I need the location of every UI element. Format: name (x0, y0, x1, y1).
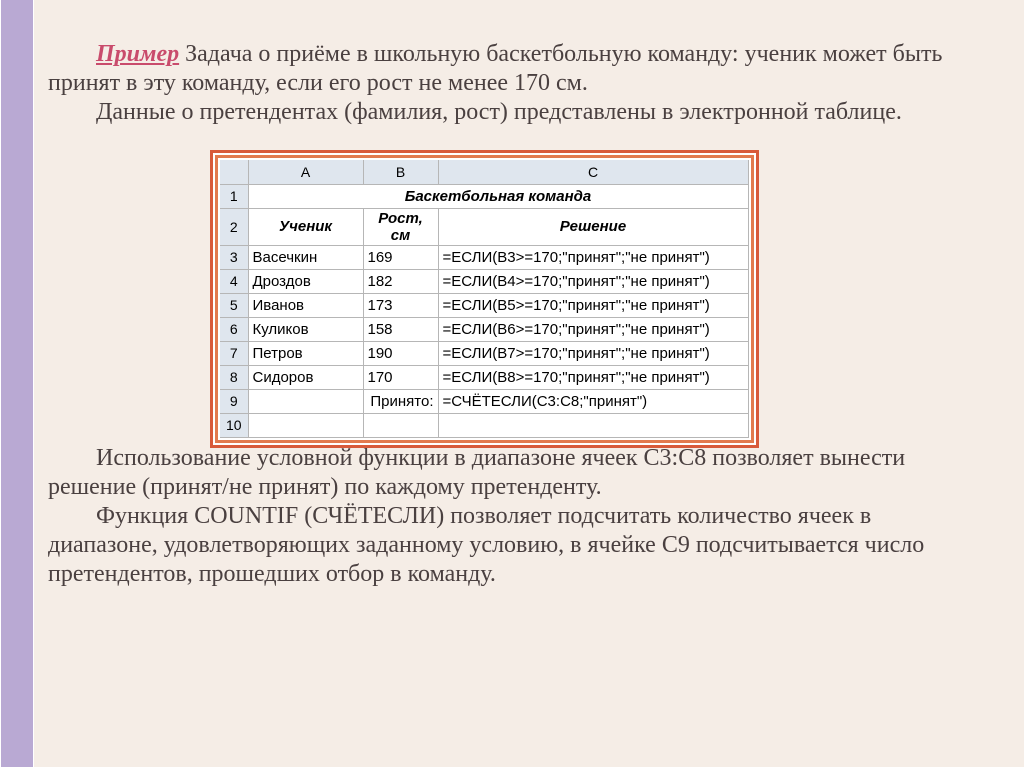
row-num-1: 1 (220, 184, 248, 208)
col-header-c: C (438, 160, 748, 184)
cell-height: 182 (363, 269, 438, 293)
cell-formula: =ЕСЛИ(B6>=170;"принят";"не принят") (438, 317, 748, 341)
row-num: 5 (220, 293, 248, 317)
cell-formula: =ЕСЛИ(B8>=170;"принят";"не принят") (438, 365, 748, 389)
table-row: 7 Петров 190 =ЕСЛИ(B7>=170;"принят";"не … (220, 341, 748, 365)
paragraph-1-text: Задача о приёме в школьную баскетбольную… (48, 41, 942, 96)
row-num: 4 (220, 269, 248, 293)
cell-name: Сидоров (248, 365, 363, 389)
cell-empty (248, 389, 363, 413)
column-header-row: A B C (220, 160, 748, 184)
paragraph-3: Использование условной функции в диапазо… (48, 444, 978, 502)
row-num: 7 (220, 341, 248, 365)
header-b: Рост, см (363, 208, 438, 245)
col-header-a: A (248, 160, 363, 184)
cell-height: 173 (363, 293, 438, 317)
spreadsheet-table: A B C 1 Баскетбольная команда 2 Ученик Р… (220, 160, 749, 438)
table-row: 4 Дроздов 182 =ЕСЛИ(B4>=170;"принят";"не… (220, 269, 748, 293)
row-num-2: 2 (220, 208, 248, 245)
summary-row: 9 Принято: =СЧЁТЕСЛИ(C3:C8;"принят") (220, 389, 748, 413)
decorative-left-band (0, 0, 34, 767)
table-row: 5 Иванов 173 =ЕСЛИ(B5>=170;"принят";"не … (220, 293, 748, 317)
cell-empty (438, 413, 748, 437)
cell-formula: =ЕСЛИ(B4>=170;"принят";"не принят") (438, 269, 748, 293)
header-c: Решение (438, 208, 748, 245)
row-num-9: 9 (220, 389, 248, 413)
cell-empty (248, 413, 363, 437)
cell-formula: =ЕСЛИ(B5>=170;"принят";"не принят") (438, 293, 748, 317)
table-row: 6 Куликов 158 =ЕСЛИ(B6>=170;"принят";"не… (220, 317, 748, 341)
cell-formula: =ЕСЛИ(B3>=170;"принят";"не принят") (438, 245, 748, 269)
corner-cell (220, 160, 248, 184)
row-num: 3 (220, 245, 248, 269)
cell-name: Дроздов (248, 269, 363, 293)
row-num-10: 10 (220, 413, 248, 437)
spreadsheet-image: A B C 1 Баскетбольная команда 2 Ученик Р… (210, 150, 759, 448)
empty-row: 10 (220, 413, 748, 437)
cell-height: 170 (363, 365, 438, 389)
table-row: 8 Сидоров 170 =ЕСЛИ(B8>=170;"принят";"не… (220, 365, 748, 389)
row-num: 8 (220, 365, 248, 389)
cell-name: Васечкин (248, 245, 363, 269)
header-row: 2 Ученик Рост, см Решение (220, 208, 748, 245)
table-row: 3 Васечкин 169 =ЕСЛИ(B3>=170;"принят";"н… (220, 245, 748, 269)
cell-height: 169 (363, 245, 438, 269)
cell-name: Петров (248, 341, 363, 365)
header-a: Ученик (248, 208, 363, 245)
cell-name: Иванов (248, 293, 363, 317)
col-header-b: B (363, 160, 438, 184)
title-row: 1 Баскетбольная команда (220, 184, 748, 208)
cell-summary-formula: =СЧЁТЕСЛИ(C3:C8;"принят") (438, 389, 748, 413)
cell-empty (363, 413, 438, 437)
paragraph-1: Пример Задача о приёме в школьную баскет… (48, 40, 978, 98)
cell-formula: =ЕСЛИ(B7>=170;"принят";"не принят") (438, 341, 748, 365)
cell-summary-label: Принято: (363, 389, 438, 413)
cell-name: Куликов (248, 317, 363, 341)
paragraph-4: Функция COUNTIF (СЧЁТЕСЛИ) позволяет под… (48, 502, 978, 588)
title-cell: Баскетбольная команда (248, 184, 748, 208)
paragraph-2: Данные о претендентах (фамилия, рост) пр… (48, 98, 978, 127)
example-label: Пример (96, 41, 179, 67)
cell-height: 190 (363, 341, 438, 365)
row-num: 6 (220, 317, 248, 341)
cell-height: 158 (363, 317, 438, 341)
